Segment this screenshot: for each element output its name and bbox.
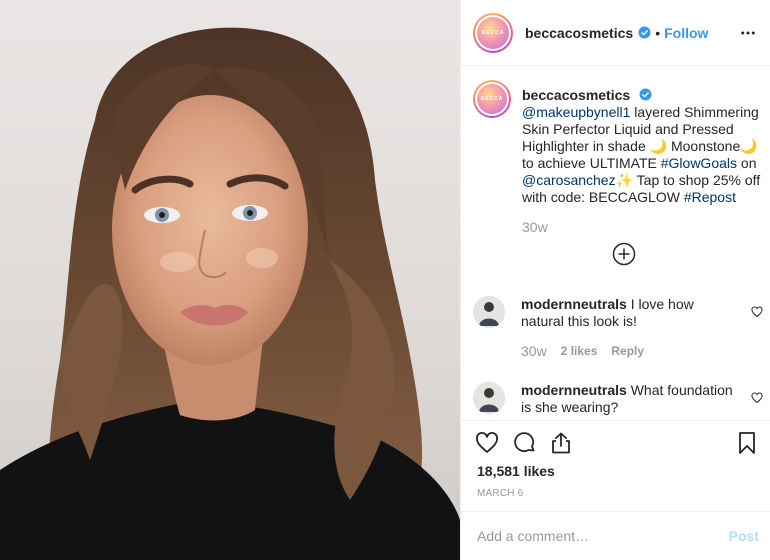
commenter-avatar[interactable] xyxy=(473,382,505,414)
post-details-pane: BECCA beccacosmetics • Follow BECCA becc… xyxy=(460,0,770,560)
reply-button[interactable]: Reply xyxy=(611,343,644,360)
verified-badge-icon xyxy=(638,26,651,39)
hashtag-link[interactable]: #GlowGoals xyxy=(661,155,737,171)
comment-username[interactable]: modernneutrals xyxy=(521,382,627,398)
post-date[interactable]: MARCH 6 xyxy=(477,488,523,499)
comment-likes[interactable]: 2 likes xyxy=(561,343,598,360)
caption-block: BECCA beccacosmetics @makeupbynell1 laye… xyxy=(473,80,763,236)
caption-body: on xyxy=(737,155,757,171)
account-avatar[interactable]: BECCA xyxy=(473,12,513,53)
post-comment-button[interactable]: Post xyxy=(729,528,759,544)
caption-text: beccacosmetics @makeupbynell1 layered Sh… xyxy=(522,80,763,236)
post-header: BECCA beccacosmetics • Follow xyxy=(461,0,770,66)
person-icon xyxy=(473,382,505,414)
comment-item: modernneutrals I love how natural this l… xyxy=(473,296,763,360)
add-comment-bar: Post xyxy=(461,511,770,560)
instagram-post: BECCA beccacosmetics • Follow BECCA becc… xyxy=(0,0,770,560)
verified-badge-icon xyxy=(639,88,652,101)
follow-button[interactable]: Follow xyxy=(664,25,708,41)
becca-logo: BECCA xyxy=(477,16,509,49)
comment-bubble-icon[interactable] xyxy=(513,431,537,455)
like-comment-heart-icon[interactable] xyxy=(751,392,763,404)
like-heart-icon[interactable] xyxy=(475,431,499,455)
comment-meta: 30w 2 likes Reply xyxy=(521,343,736,360)
more-horizontal-icon[interactable] xyxy=(739,24,757,42)
share-upload-icon[interactable] xyxy=(549,431,573,455)
comment-username[interactable]: modernneutrals xyxy=(521,296,627,312)
hashtag-link[interactable]: #Repost xyxy=(684,189,736,205)
save-bookmark-icon[interactable] xyxy=(735,431,759,455)
separator-dot: • xyxy=(655,24,661,41)
caption-avatar[interactable]: BECCA xyxy=(473,80,511,118)
like-comment-heart-icon[interactable] xyxy=(751,306,763,318)
comment-item: modernneutrals What foundation is she we… xyxy=(473,382,763,416)
likes-count[interactable]: 18,581 likes xyxy=(477,463,555,479)
caption-timestamp[interactable]: 30w xyxy=(522,219,763,236)
load-more-comments-icon[interactable] xyxy=(612,242,636,266)
mention-link[interactable]: @makeupbynell1 xyxy=(522,104,630,120)
header-username[interactable]: beccacosmetics xyxy=(525,25,633,41)
portrait-image xyxy=(0,27,460,560)
becca-logo: BECCA xyxy=(477,84,507,114)
commenter-avatar[interactable] xyxy=(473,296,505,328)
caption-username[interactable]: beccacosmetics xyxy=(522,87,630,103)
post-photo[interactable] xyxy=(0,0,460,560)
mention-link[interactable]: @carosanchez xyxy=(522,172,616,188)
person-icon xyxy=(473,296,505,328)
comment-input[interactable] xyxy=(477,528,729,544)
comment-timestamp[interactable]: 30w xyxy=(521,343,547,360)
